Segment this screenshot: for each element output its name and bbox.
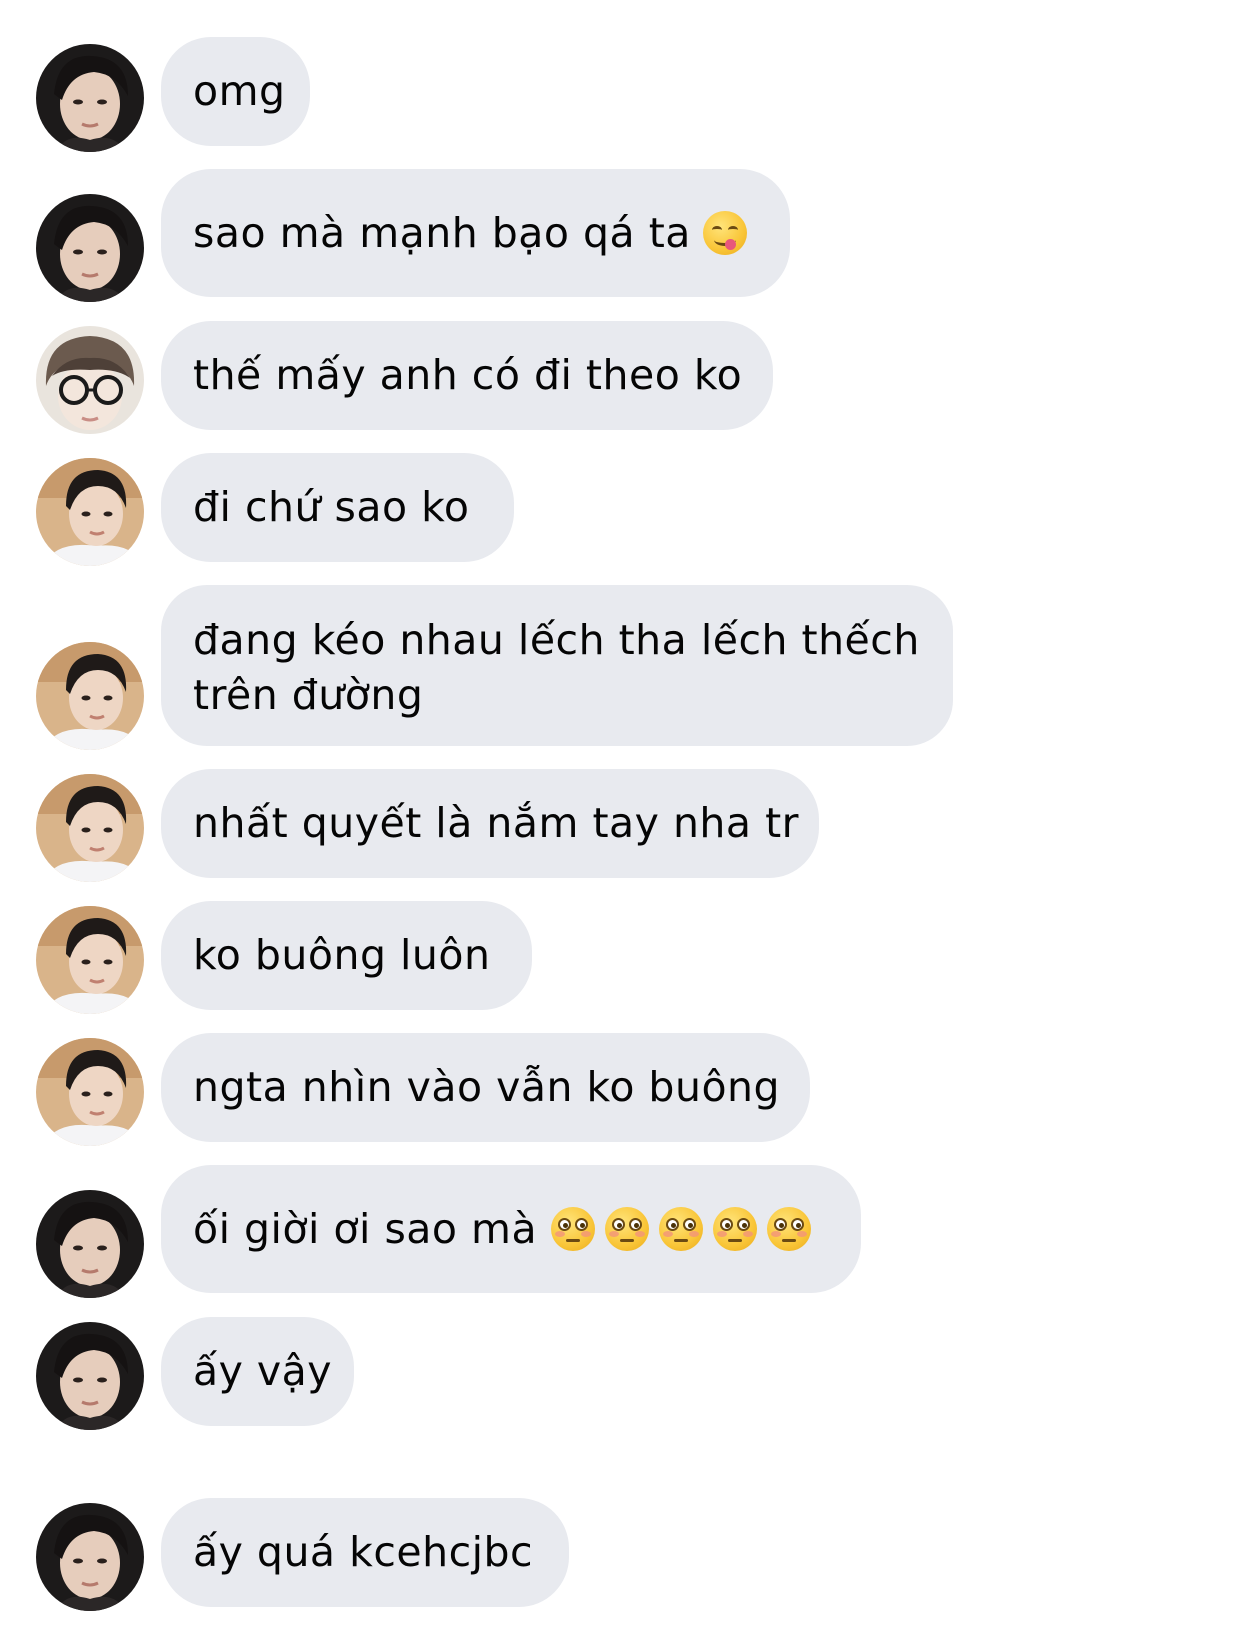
avatar-beach[interactable] xyxy=(36,774,144,882)
message-bubble[interactable]: sao mà mạnh bạo qá ta xyxy=(161,169,790,297)
message-bubble[interactable]: ấy quá kcehcjbc xyxy=(161,1498,569,1607)
message-text: ối giời ơi sao mà xyxy=(193,1204,538,1253)
message-thread: omg sao mà mạnh bạo qá ta thế mấy anh có… xyxy=(0,0,1242,1640)
message-bubble[interactable]: ấy vậy xyxy=(161,1317,354,1426)
message-text: ko buông luôn xyxy=(193,931,491,979)
message-text: ngta nhìn vào vẫn ko buông xyxy=(193,1063,781,1111)
face-savoring-food-icon xyxy=(702,211,747,255)
avatar-glasses[interactable] xyxy=(36,326,144,434)
message-bubble[interactable]: ko buông luôn xyxy=(161,901,532,1010)
flushed-face-icon xyxy=(767,1207,812,1251)
avatar-beach[interactable] xyxy=(36,906,144,1014)
message-bubble[interactable]: đi chứ sao ko xyxy=(161,453,514,562)
message-text: omg xyxy=(193,67,286,115)
avatar-beach[interactable] xyxy=(36,642,144,750)
message-text: sao mà mạnh bạo qá ta xyxy=(193,208,691,257)
message-text: thế mấy anh có đi theo ko xyxy=(193,351,743,399)
message-text: nhất quyết là nắm tay nha tr xyxy=(193,799,799,847)
avatar-beach[interactable] xyxy=(36,1038,144,1146)
avatar-beach[interactable] xyxy=(36,458,144,566)
avatar-dark-hair[interactable] xyxy=(36,1503,144,1611)
avatar-dark-hair[interactable] xyxy=(36,1190,144,1298)
flushed-face-icons xyxy=(541,1207,812,1251)
avatar-dark-hair[interactable] xyxy=(36,44,144,152)
message-text: đang kéo nhau lếch tha lếch thếch trên đ… xyxy=(193,616,920,719)
message-bubble[interactable]: đang kéo nhau lếch tha lếch thếch trên đ… xyxy=(161,585,953,746)
message-bubble[interactable]: ngta nhìn vào vẫn ko buông xyxy=(161,1033,810,1142)
message-bubble[interactable]: omg xyxy=(161,37,310,146)
message-text: ấy quá kcehcjbc xyxy=(193,1528,534,1576)
flushed-face-icon xyxy=(659,1207,704,1251)
message-text: đi chứ sao ko xyxy=(193,483,470,531)
message-bubble[interactable]: nhất quyết là nắm tay nha tr xyxy=(161,769,819,878)
avatar-dark-hair[interactable] xyxy=(36,194,144,302)
avatar-dark-hair[interactable] xyxy=(36,1322,144,1430)
message-text: ấy vậy xyxy=(193,1347,333,1395)
flushed-face-icon xyxy=(605,1207,650,1251)
flushed-face-icon xyxy=(551,1207,596,1251)
message-bubble[interactable]: ối giời ơi sao mà xyxy=(161,1165,861,1293)
message-bubble[interactable]: thế mấy anh có đi theo ko xyxy=(161,321,773,430)
flushed-face-icon xyxy=(713,1207,758,1251)
